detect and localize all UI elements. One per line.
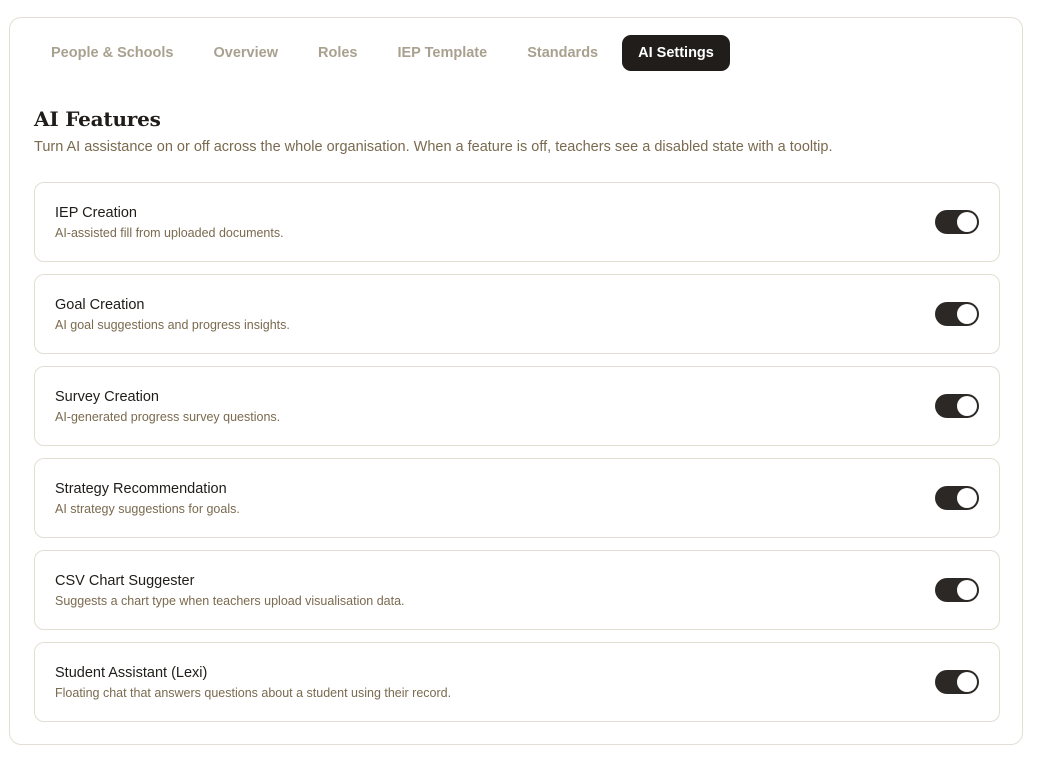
tab-roles[interactable]: Roles <box>302 35 374 71</box>
toggle-knob <box>957 304 977 324</box>
feature-card-iep-creation: IEP Creation AI-assisted fill from uploa… <box>34 182 1000 262</box>
feature-card-goal-creation: Goal Creation AI goal suggestions and pr… <box>34 274 1000 354</box>
feature-name: Student Assistant (Lexi) <box>55 665 208 681</box>
feature-description: Floating chat that answers questions abo… <box>55 686 452 700</box>
feature-card-survey-creation: Survey Creation AI-generated progress su… <box>34 366 1000 446</box>
section-description: Turn AI assistance on or off across the … <box>34 139 833 155</box>
toggle-knob <box>957 488 977 508</box>
goal-creation-toggle[interactable] <box>935 302 979 326</box>
feature-description: AI-assisted fill from uploaded documents… <box>55 226 284 240</box>
tab-people-schools[interactable]: People & Schools <box>35 35 189 71</box>
iep-creation-toggle[interactable] <box>935 210 979 234</box>
tab-overview[interactable]: Overview <box>197 35 294 71</box>
toggle-knob <box>957 212 977 232</box>
toggle-knob <box>957 580 977 600</box>
feature-card-strategy-recommendation: Strategy Recommendation AI strategy sugg… <box>34 458 1000 538</box>
tab-standards[interactable]: Standards <box>511 35 614 71</box>
toggle-knob <box>957 672 977 692</box>
section-title: AI Features <box>34 107 161 131</box>
feature-description: AI-generated progress survey questions. <box>55 410 281 424</box>
student-assistant-toggle[interactable] <box>935 670 979 694</box>
feature-card-csv-chart-suggester: CSV Chart Suggester Suggests a chart typ… <box>34 550 1000 630</box>
feature-name: Strategy Recommendation <box>55 481 227 497</box>
feature-card-student-assistant: Student Assistant (Lexi) Floating chat t… <box>34 642 1000 722</box>
feature-description: Suggests a chart type when teachers uplo… <box>55 594 405 608</box>
feature-list: IEP Creation AI-assisted fill from uploa… <box>34 182 1000 734</box>
feature-description: AI strategy suggestions for goals. <box>55 502 240 516</box>
settings-panel: People & Schools Overview Roles IEP Temp… <box>9 17 1023 745</box>
feature-description: AI goal suggestions and progress insight… <box>55 318 290 332</box>
toggle-knob <box>957 396 977 416</box>
feature-name: CSV Chart Suggester <box>55 573 195 589</box>
feature-name: Survey Creation <box>55 389 159 405</box>
tab-bar: People & Schools Overview Roles IEP Temp… <box>35 34 738 71</box>
tab-iep-template[interactable]: IEP Template <box>381 35 503 71</box>
csv-chart-suggester-toggle[interactable] <box>935 578 979 602</box>
strategy-recommendation-toggle[interactable] <box>935 486 979 510</box>
feature-name: Goal Creation <box>55 297 145 313</box>
survey-creation-toggle[interactable] <box>935 394 979 418</box>
tab-ai-settings[interactable]: AI Settings <box>622 34 730 71</box>
feature-name: IEP Creation <box>55 205 137 221</box>
